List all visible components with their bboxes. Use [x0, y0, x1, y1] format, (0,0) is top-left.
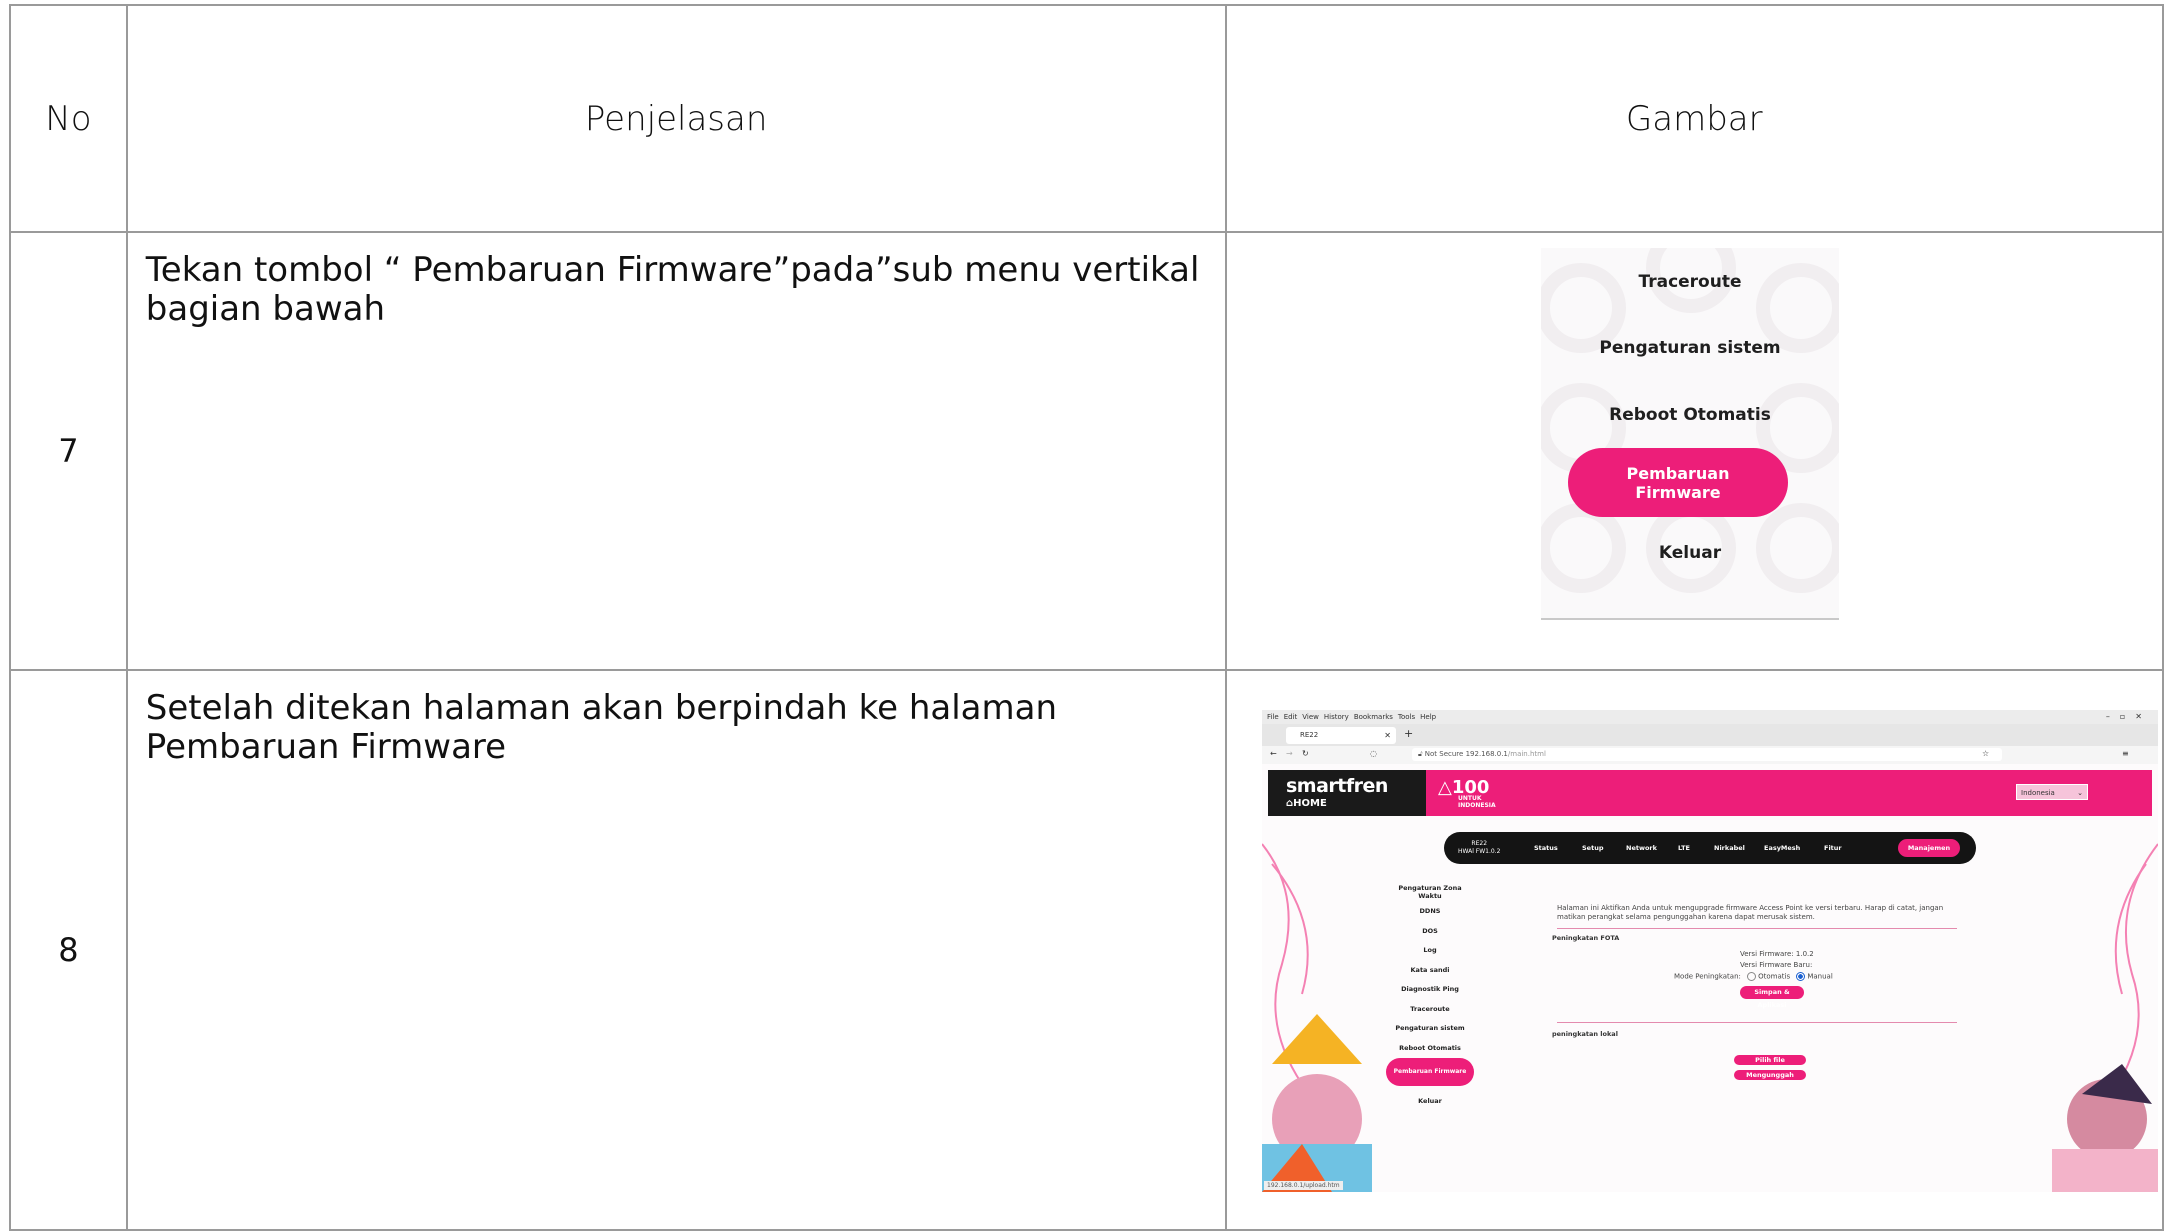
menu-icon[interactable]: ≡: [2122, 749, 2129, 758]
browser-tabbar: RE22 ✕ +: [1262, 724, 2158, 746]
side-log[interactable]: Log: [1388, 946, 1472, 954]
radio-manual-label: Manual: [1807, 972, 1833, 981]
side-kata-sandi[interactable]: Kata sandi: [1388, 966, 1472, 974]
menu-item-traceroute[interactable]: Traceroute: [1541, 272, 1839, 292]
url-bar[interactable]: 🔓︎ Not Secure 192.168.0.1/main.html: [1412, 748, 2002, 761]
info-text: Halaman ini Aktifkan Anda untuk mengupgr…: [1557, 904, 1944, 921]
mode-label: Mode Peningkatan:: [1674, 972, 1741, 981]
pill-line-2: Firmware: [1635, 482, 1721, 502]
chevron-down-icon: ⌄: [2077, 789, 2083, 797]
local-title: peningkatan lokal: [1552, 1030, 1618, 1038]
fw-new-version: Versi Firmware Baru:: [1740, 961, 1813, 969]
menu-view[interactable]: View: [1302, 713, 1319, 721]
side-reboot-otomatis[interactable]: Reboot Otomatis: [1388, 1044, 1472, 1052]
side-traceroute[interactable]: Traceroute: [1388, 1005, 1472, 1013]
language-value: Indonesia: [2021, 789, 2055, 797]
url-host: 192.168.0.1: [1465, 750, 1508, 758]
not-secure-label: Not Secure: [1424, 750, 1464, 758]
header-row: No Penjelasan Gambar: [9, 4, 2164, 233]
header-penjelasan: Penjelasan: [125, 4, 1227, 233]
menu-bookmarks[interactable]: Bookmarks: [1354, 713, 1393, 721]
window-controls[interactable]: –▫✕: [2106, 712, 2152, 721]
header-no: No: [9, 4, 128, 233]
side-dos[interactable]: DOS: [1388, 927, 1472, 935]
menu-help[interactable]: Help: [1420, 713, 1436, 721]
back-icon[interactable]: ←: [1270, 749, 1277, 758]
nav-lte[interactable]: LTE: [1678, 844, 1690, 852]
choose-file-button[interactable]: Pilih file: [1734, 1055, 1806, 1065]
fota-title: Peningkatan FOTA: [1552, 934, 1620, 942]
row-number: 8: [9, 669, 128, 1231]
menu-item-pengaturan-sistem[interactable]: Pengaturan sistem: [1541, 338, 1839, 358]
side-pengaturan-sistem[interactable]: Pengaturan sistem: [1388, 1024, 1472, 1032]
nav-manajemen[interactable]: Manajemen: [1898, 839, 1960, 857]
menu-history[interactable]: History: [1324, 713, 1349, 721]
nav-status[interactable]: Status: [1534, 844, 1558, 852]
logo-sub-2: INDONESIA: [1458, 802, 1496, 809]
row-description: Tekan tombol “ Pembaruan Firmware”pada”s…: [125, 231, 1227, 671]
save-apply-button[interactable]: Simpan & Aplikasi: [1740, 986, 1804, 1009]
nav-easymesh[interactable]: EasyMesh: [1764, 844, 1800, 852]
radio-manual[interactable]: [1796, 972, 1806, 981]
side-pembaruan-firmware[interactable]: Pembaruan Firmware: [1386, 1058, 1474, 1086]
lock-icon: 🔓︎: [1418, 750, 1423, 758]
side-diagnostik-ping[interactable]: Diagnostik Ping: [1388, 985, 1472, 993]
pill-line-1: Pembaruan: [1626, 463, 1730, 483]
nav-fitur[interactable]: Fitur: [1824, 844, 1842, 852]
nav-nirkabel[interactable]: Nirkabel: [1714, 844, 1745, 852]
menu-file[interactable]: File: [1267, 713, 1279, 721]
brand-logo: smartfren: [1286, 775, 1388, 797]
star-icon[interactable]: ☆: [1982, 749, 1989, 758]
side-zona-waktu[interactable]: Pengaturan Zona Waktu: [1388, 884, 1472, 900]
fw-version: Versi Firmware: 1.0.2: [1740, 950, 1814, 958]
device-model: RE22: [1471, 840, 1488, 847]
nav-setup[interactable]: Setup: [1582, 844, 1603, 852]
url-path: /main.html: [1507, 750, 1546, 758]
table-row: 7 Tekan tombol “ Pembaruan Firmware”pada…: [9, 231, 2164, 671]
new-tab-icon[interactable]: +: [1404, 727, 1413, 740]
logo-100-sub: UNTUK INDONESIA: [1458, 795, 1496, 809]
background-pattern: [1541, 248, 1839, 593]
radio-otomatis[interactable]: [1747, 972, 1757, 981]
menu-item-reboot-otomatis[interactable]: Reboot Otomatis: [1541, 405, 1839, 425]
status-url: 192.168.0.1/upload.htm: [1264, 1181, 1343, 1190]
brand-sub: ⌂HOME: [1286, 798, 1327, 809]
menu-item-keluar[interactable]: Keluar: [1541, 543, 1839, 563]
language-select[interactable]: Indonesia ⌄: [2016, 784, 2088, 800]
divider: [1557, 1022, 1957, 1023]
menu-edit[interactable]: Edit: [1284, 713, 1298, 721]
router-page: smartfren ⌂HOME △100 UNTUK INDONESIA Indo…: [1262, 764, 2158, 1192]
side-keluar[interactable]: Keluar: [1388, 1097, 1472, 1105]
divider: [1557, 928, 1957, 929]
menu-crop-image: Traceroute Pengaturan sistem Reboot Otom…: [1541, 248, 1839, 620]
device-fw: HWAl FW1.0.2: [1458, 848, 1501, 855]
top-nav: RE22 HWAl FW1.0.2 Status Setup Network LT…: [1444, 832, 1976, 864]
forward-icon[interactable]: →: [1286, 749, 1293, 758]
nav-network[interactable]: Network: [1626, 844, 1657, 852]
menu-tools[interactable]: Tools: [1398, 713, 1415, 721]
header-gambar: Gambar: [1224, 4, 2164, 233]
tab-title: RE22: [1300, 731, 1319, 739]
radio-otomatis-label: Otomatis: [1758, 972, 1791, 981]
row-description: Setelah ditekan halaman akan berpindah k…: [125, 669, 1227, 1231]
shield-icon: ◌: [1370, 749, 1377, 758]
browser-screenshot: File Edit View History Bookmarks Tools Help –▫…: [1262, 710, 2158, 1192]
logo-sub-1: UNTUK: [1458, 795, 1482, 802]
divider: [1541, 618, 1839, 620]
upload-button[interactable]: Mengunggah: [1734, 1070, 1806, 1080]
row-number: 7: [9, 231, 128, 671]
browser-navbar: ← → ↻ ◌ 🔓︎ Not Secure 192.168.0.1/main.h…: [1262, 746, 2158, 764]
device-info: RE22 HWAl FW1.0.2: [1458, 840, 1500, 856]
brand-home: HOME: [1293, 798, 1327, 809]
browser-menubar: File Edit View History Bookmarks Tools Help –▫…: [1262, 710, 2158, 724]
close-icon[interactable]: ✕: [1384, 727, 1391, 744]
mode-row: Mode Peningkatan: Otomatis Manual: [1674, 972, 1833, 981]
browser-tab[interactable]: RE22 ✕: [1286, 727, 1396, 744]
menu-item-pembaruan-firmware[interactable]: Pembaruan Firmware: [1568, 448, 1788, 517]
reload-icon[interactable]: ↻: [1302, 749, 1309, 758]
side-ddns[interactable]: DDNS: [1388, 907, 1472, 915]
